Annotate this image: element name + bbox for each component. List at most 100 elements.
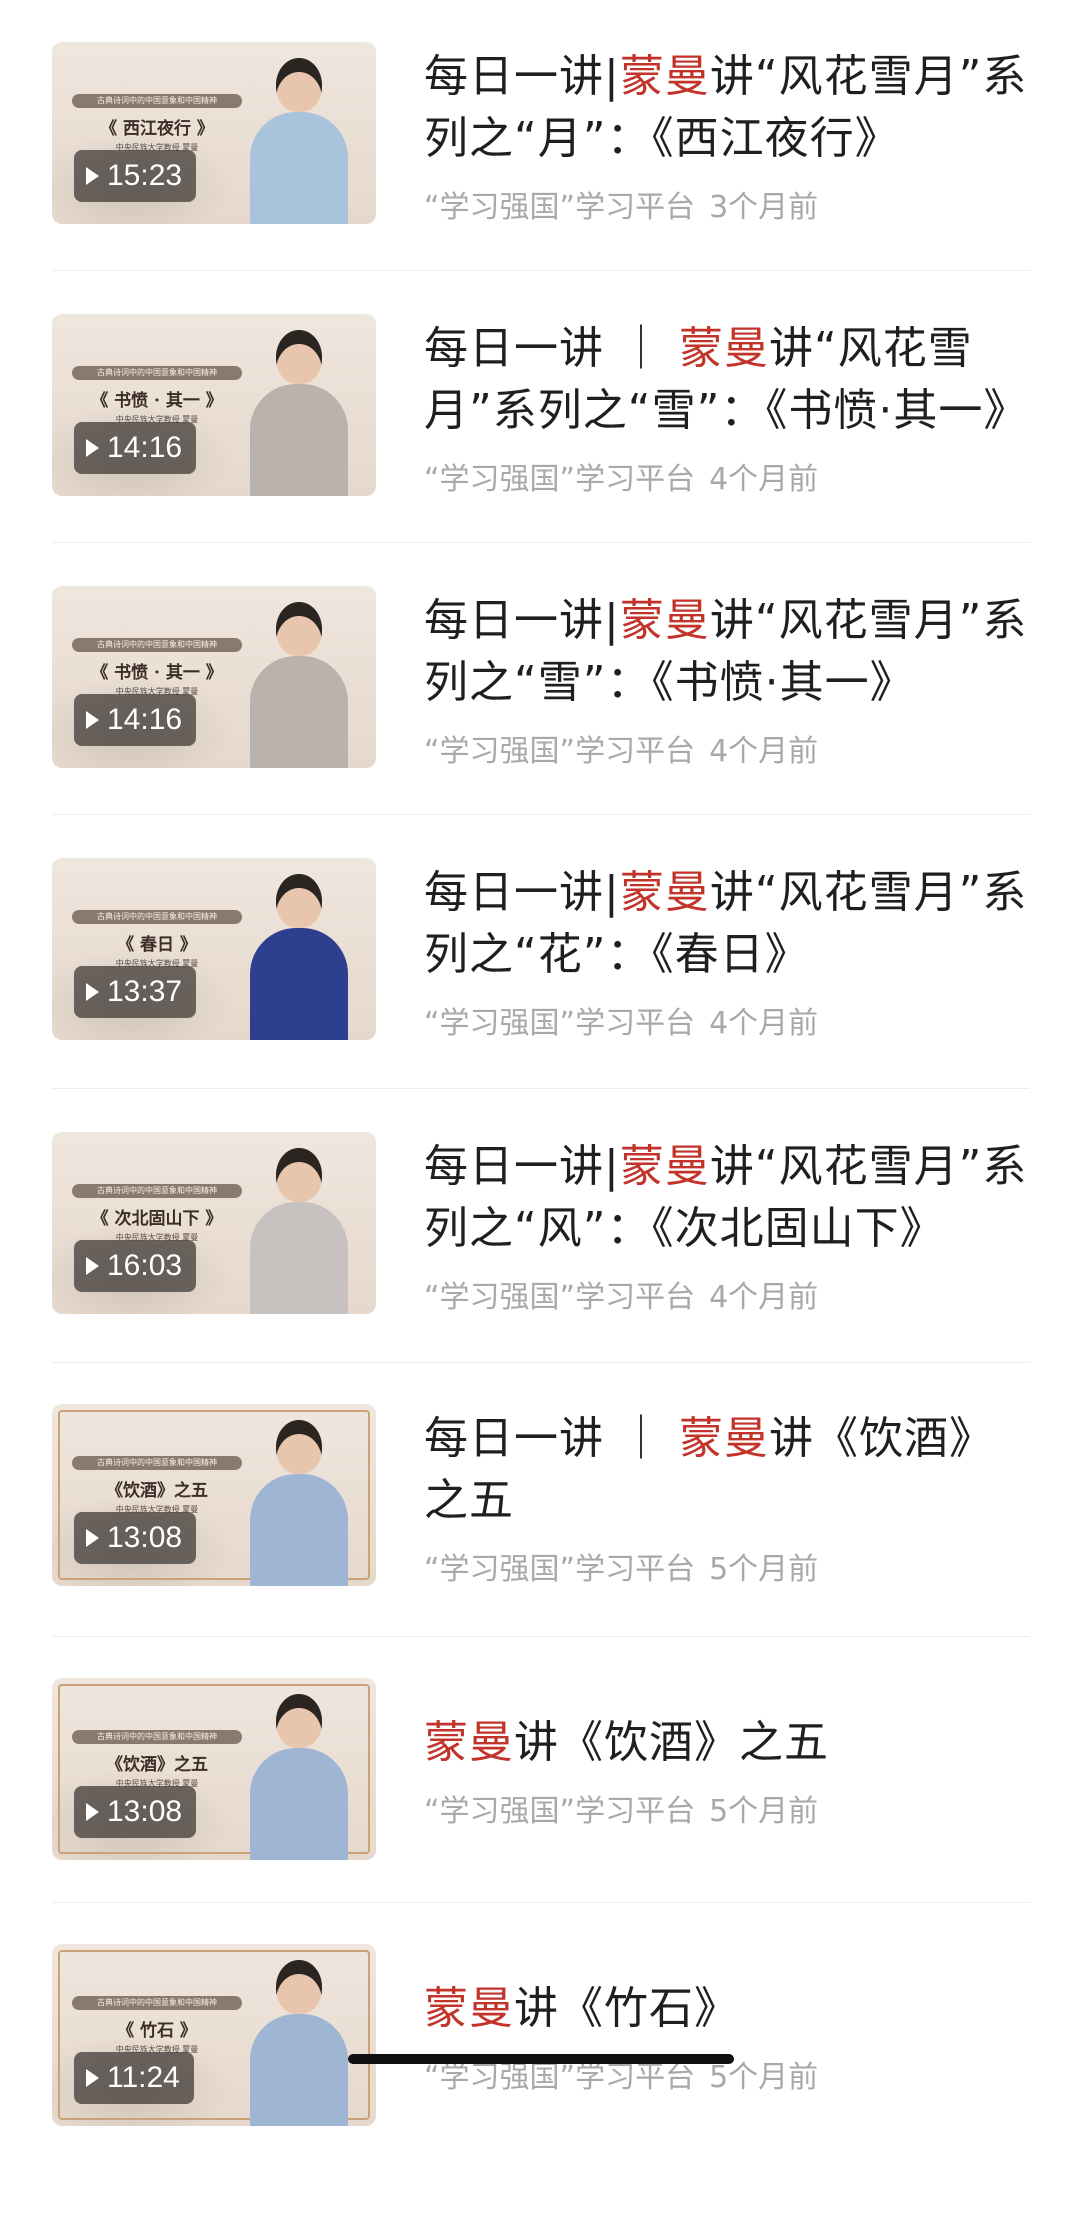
lecturer-figure — [244, 1144, 354, 1314]
thumbnail-poem-title: 《 竹石 》 — [117, 2021, 197, 2041]
title-highlight: 蒙曼 — [424, 1983, 514, 2034]
title-highlight: 蒙曼 — [619, 51, 710, 102]
play-icon — [86, 711, 99, 729]
thumbnail-series-banner: 古典诗词中的中国意象和中国精神 — [72, 910, 242, 924]
divider — [52, 1362, 1030, 1363]
thumbnail-series-banner: 古典诗词中的中国意象和中国精神 — [72, 1996, 242, 2010]
video-meta: “学习强国”学习平台 4个月前 — [424, 454, 1030, 498]
video-title[interactable]: 每日一讲|蒙曼讲“风花雪月”系列之“雪”：《书愤·其一》 — [424, 590, 1030, 714]
play-icon — [86, 439, 99, 457]
video-item[interactable]: 古典诗词中的中国意象和中国精神 《 次北固山下 》 中央民族大学教授 蒙曼 16… — [52, 1132, 1030, 1404]
thumbnail-poem-title: 《 次北固山下 》 — [91, 1209, 223, 1229]
video-thumbnail[interactable]: 古典诗词中的中国意象和中国精神 《 西江夜行 》 中央民族大学教授 蒙曼 15:… — [52, 42, 376, 224]
divider — [52, 814, 1030, 815]
video-thumbnail[interactable]: 古典诗词中的中国意象和中国精神 《饮酒》之五 中央民族大学教授 蒙曼 13:08 — [52, 1404, 376, 1586]
duration-badge: 14:16 — [74, 694, 197, 746]
thumbnail-series-banner: 古典诗词中的中国意象和中国精神 — [72, 1730, 242, 1744]
video-info[interactable]: 每日一讲|蒙曼讲“风花雪月”系列之“雪”：《书愤·其一》 “学习强国”学习平台 4… — [424, 590, 1030, 770]
duration-text: 14:16 — [107, 703, 183, 736]
video-source: “学习强国”学习平台 — [424, 1006, 696, 1041]
duration-text: 13:37 — [107, 975, 183, 1008]
video-meta: “学习强国”学习平台 4个月前 — [424, 1272, 1030, 1316]
thumbnail-series-banner: 古典诗词中的中国意象和中国精神 — [72, 638, 242, 652]
home-indicator[interactable] — [348, 2054, 734, 2064]
divider — [52, 1636, 1030, 1637]
video-info[interactable]: 每日一讲|蒙曼讲“风花雪月”系列之“月”：《西江夜行》 “学习强国”学习平台 3个… — [424, 46, 1030, 226]
play-icon — [86, 2069, 99, 2087]
video-item[interactable]: 古典诗词中的中国意象和中国精神 《 西江夜行 》 中央民族大学教授 蒙曼 15:… — [52, 42, 1030, 314]
video-date: 5个月前 — [709, 2060, 819, 2095]
video-source: “学习强国”学习平台 — [424, 1552, 696, 1587]
video-title[interactable]: 蒙曼讲《竹石》 — [424, 1978, 1030, 2040]
duration-badge: 13:08 — [74, 1786, 197, 1838]
thumbnail-series-banner: 古典诗词中的中国意象和中国精神 — [72, 366, 242, 380]
video-thumbnail[interactable]: 古典诗词中的中国意象和中国精神 《 书愤 · 其一 》 中央民族大学教授 蒙曼 … — [52, 586, 376, 768]
video-date: 4个月前 — [709, 1280, 819, 1315]
video-title[interactable]: 蒙曼讲《饮酒》之五 — [424, 1712, 1030, 1774]
video-title[interactable]: 每日一讲 ｜ 蒙曼讲“风花雪月”系列之“雪”：《书愤·其一》 — [424, 318, 1030, 442]
video-meta: “学习强国”学习平台 5个月前 — [424, 1786, 1030, 1830]
video-info[interactable]: 每日一讲 ｜ 蒙曼讲“风花雪月”系列之“雪”：《书愤·其一》 “学习强国”学习平… — [424, 318, 1030, 498]
video-source: “学习强国”学习平台 — [424, 1280, 696, 1315]
video-info[interactable]: 每日一讲|蒙曼讲“风花雪月”系列之“花”：《春日》 “学习强国”学习平台 4个月前 — [424, 862, 1030, 1042]
video-source: “学习强国”学习平台 — [424, 462, 696, 497]
thumbnail-poem-title: 《 西江夜行 》 — [100, 119, 214, 139]
play-icon — [86, 1529, 99, 1547]
video-item[interactable]: 古典诗词中的中国意象和中国精神 《饮酒》之五 中央民族大学教授 蒙曼 13:08… — [52, 1678, 1030, 1950]
video-source: “学习强国”学习平台 — [424, 2060, 696, 2095]
play-icon — [86, 1257, 99, 1275]
duration-badge: 15:23 — [74, 150, 197, 202]
video-meta: “学习强国”学习平台 4个月前 — [424, 998, 1030, 1042]
divider — [52, 270, 1030, 271]
video-item[interactable]: 古典诗词中的中国意象和中国精神 《 书愤 · 其一 》 中央民族大学教授 蒙曼 … — [52, 586, 1030, 858]
video-source: “学习强国”学习平台 — [424, 1794, 696, 1829]
video-item[interactable]: 古典诗词中的中国意象和中国精神 《 春日 》 中央民族大学教授 蒙曼 13:37… — [52, 858, 1030, 1130]
title-highlight: 蒙曼 — [424, 1717, 514, 1768]
lecturer-figure — [244, 54, 354, 224]
title-highlight: 蒙曼 — [678, 1413, 769, 1464]
duration-badge: 16:03 — [74, 1240, 197, 1292]
duration-text: 15:23 — [107, 159, 183, 192]
video-title[interactable]: 每日一讲|蒙曼讲“风花雪月”系列之“花”：《春日》 — [424, 862, 1030, 986]
thumbnail-series-banner: 古典诗词中的中国意象和中国精神 — [72, 1184, 242, 1198]
duration-badge: 11:24 — [74, 2052, 194, 2104]
video-date: 4个月前 — [709, 1006, 819, 1041]
lecturer-figure — [244, 1690, 354, 1860]
video-meta: “学习强国”学习平台 3个月前 — [424, 182, 1030, 226]
video-info[interactable]: 蒙曼讲《竹石》 “学习强国”学习平台 5个月前 — [424, 1978, 1030, 2096]
title-highlight: 蒙曼 — [619, 595, 710, 646]
video-info[interactable]: 每日一讲 ｜ 蒙曼讲《饮酒》之五 “学习强国”学习平台 5个月前 — [424, 1408, 1030, 1588]
video-thumbnail[interactable]: 古典诗词中的中国意象和中国精神 《 次北固山下 》 中央民族大学教授 蒙曼 16… — [52, 1132, 376, 1314]
title-highlight: 蒙曼 — [619, 867, 710, 918]
video-thumbnail[interactable]: 古典诗词中的中国意象和中国精神 《 春日 》 中央民族大学教授 蒙曼 13:37 — [52, 858, 376, 1040]
thumbnail-series-banner: 古典诗词中的中国意象和中国精神 — [72, 1456, 242, 1470]
duration-text: 16:03 — [107, 1249, 183, 1282]
lecturer-figure — [244, 1416, 354, 1586]
thumbnail-poem-title: 《 书愤 · 其一 》 — [91, 663, 223, 683]
video-title[interactable]: 每日一讲 ｜ 蒙曼讲《饮酒》之五 — [424, 1408, 1030, 1532]
video-title[interactable]: 每日一讲|蒙曼讲“风花雪月”系列之“风”：《次北固山下》 — [424, 1136, 1030, 1260]
thumbnail-poem-title: 《 书愤 · 其一 》 — [91, 391, 223, 411]
video-thumbnail[interactable]: 古典诗词中的中国意象和中国精神 《 书愤 · 其一 》 中央民族大学教授 蒙曼 … — [52, 314, 376, 496]
video-date: 4个月前 — [709, 734, 819, 769]
video-info[interactable]: 每日一讲|蒙曼讲“风花雪月”系列之“风”：《次北固山下》 “学习强国”学习平台 4… — [424, 1136, 1030, 1316]
play-icon — [86, 1803, 99, 1821]
video-date: 4个月前 — [709, 462, 819, 497]
duration-text: 14:16 — [107, 431, 183, 464]
video-date: 3个月前 — [709, 190, 819, 225]
lecturer-figure — [244, 326, 354, 496]
thumbnail-series-banner: 古典诗词中的中国意象和中国精神 — [72, 94, 242, 108]
video-date: 5个月前 — [709, 1552, 819, 1587]
video-source: “学习强国”学习平台 — [424, 734, 696, 769]
video-thumbnail[interactable]: 古典诗词中的中国意象和中国精神 《 竹石 》 中央民族大学教授 蒙曼 11:24 — [52, 1944, 376, 2126]
duration-badge: 13:08 — [74, 1512, 197, 1564]
video-item[interactable]: 古典诗词中的中国意象和中国精神 《 竹石 》 中央民族大学教授 蒙曼 11:24… — [52, 1944, 1030, 2216]
divider — [52, 1902, 1030, 1903]
video-item[interactable]: 古典诗词中的中国意象和中国精神 《 书愤 · 其一 》 中央民族大学教授 蒙曼 … — [52, 314, 1030, 586]
video-title[interactable]: 每日一讲|蒙曼讲“风花雪月”系列之“月”：《西江夜行》 — [424, 46, 1030, 170]
thumbnail-poem-title: 《 春日 》 — [117, 935, 197, 955]
thumbnail-poem-title: 《饮酒》之五 — [106, 1481, 208, 1501]
video-thumbnail[interactable]: 古典诗词中的中国意象和中国精神 《饮酒》之五 中央民族大学教授 蒙曼 13:08 — [52, 1678, 376, 1860]
lecturer-figure — [244, 1956, 354, 2126]
video-info[interactable]: 蒙曼讲《饮酒》之五 “学习强国”学习平台 5个月前 — [424, 1712, 1030, 1830]
